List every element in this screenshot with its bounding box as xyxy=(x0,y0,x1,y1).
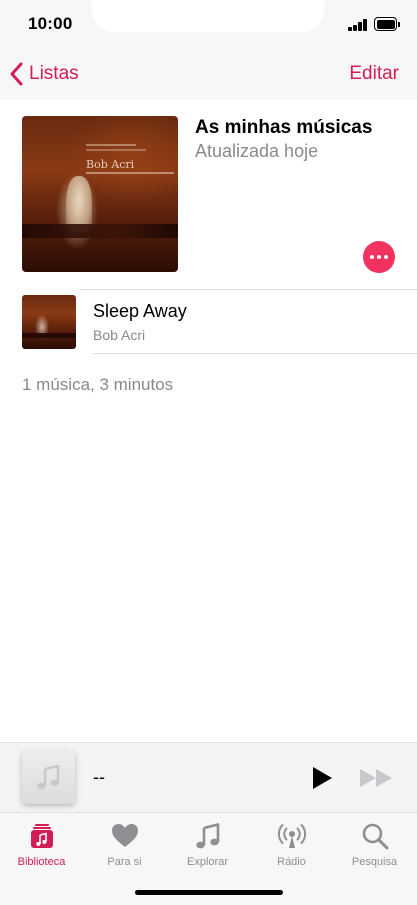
battery-icon xyxy=(374,17,400,31)
mini-player-title: -- xyxy=(93,767,105,787)
tab-library[interactable]: Biblioteca xyxy=(0,821,83,877)
playlist-summary: 1 música, 3 minutos xyxy=(22,375,174,394)
divider xyxy=(93,353,417,354)
notch xyxy=(92,0,324,32)
track-row[interactable]: Sleep Away Bob Acri xyxy=(0,290,417,354)
edit-button[interactable]: Editar xyxy=(349,63,399,85)
home-indicator[interactable] xyxy=(135,890,283,895)
navigation-bar: Listas Editar xyxy=(0,48,417,100)
forward-button[interactable] xyxy=(359,768,395,788)
track-title: Sleep Away xyxy=(93,301,187,321)
back-button-label: Listas xyxy=(29,63,79,84)
tab-label: Biblioteca xyxy=(17,856,66,868)
status-time: 10:00 xyxy=(28,14,73,33)
tab-search[interactable]: Pesquisa xyxy=(333,821,416,877)
mini-player-artwork xyxy=(22,751,75,804)
playlist-title: As minhas músicas xyxy=(195,117,373,138)
tab-for-you[interactable]: Para si xyxy=(83,821,166,877)
track-artwork xyxy=(22,295,76,349)
tab-label: Explorar xyxy=(187,856,228,868)
radio-icon xyxy=(277,824,306,848)
music-note-icon xyxy=(195,823,219,849)
more-icon xyxy=(369,255,374,259)
cellular-signal-icon xyxy=(348,19,368,31)
tab-radio[interactable]: Rádio xyxy=(250,821,333,877)
tab-label: Para si xyxy=(107,856,142,868)
playlist-artwork[interactable]: Bob Acri xyxy=(22,116,178,272)
status-bar: 10:00 xyxy=(0,0,417,48)
more-options-button[interactable] xyxy=(363,241,395,273)
back-button[interactable]: Listas xyxy=(8,60,79,88)
mini-player[interactable]: -- xyxy=(0,742,417,812)
tab-browse[interactable]: Explorar xyxy=(166,821,249,877)
tab-label: Rádio xyxy=(277,856,306,868)
playlist-subtitle: Atualizada hoje xyxy=(195,141,319,161)
tab-label: Pesquisa xyxy=(351,856,398,868)
library-icon xyxy=(30,824,53,848)
play-button[interactable] xyxy=(310,765,334,791)
chevron-left-icon xyxy=(10,62,23,86)
track-artist: Bob Acri xyxy=(93,327,146,343)
artwork-text: Bob Acri xyxy=(86,158,135,171)
music-note-placeholder-icon xyxy=(37,764,59,789)
heart-icon xyxy=(111,824,138,847)
screen: 10:00 Listas Editar Bob Acri As minhas m… xyxy=(0,0,417,905)
search-icon xyxy=(362,823,388,850)
